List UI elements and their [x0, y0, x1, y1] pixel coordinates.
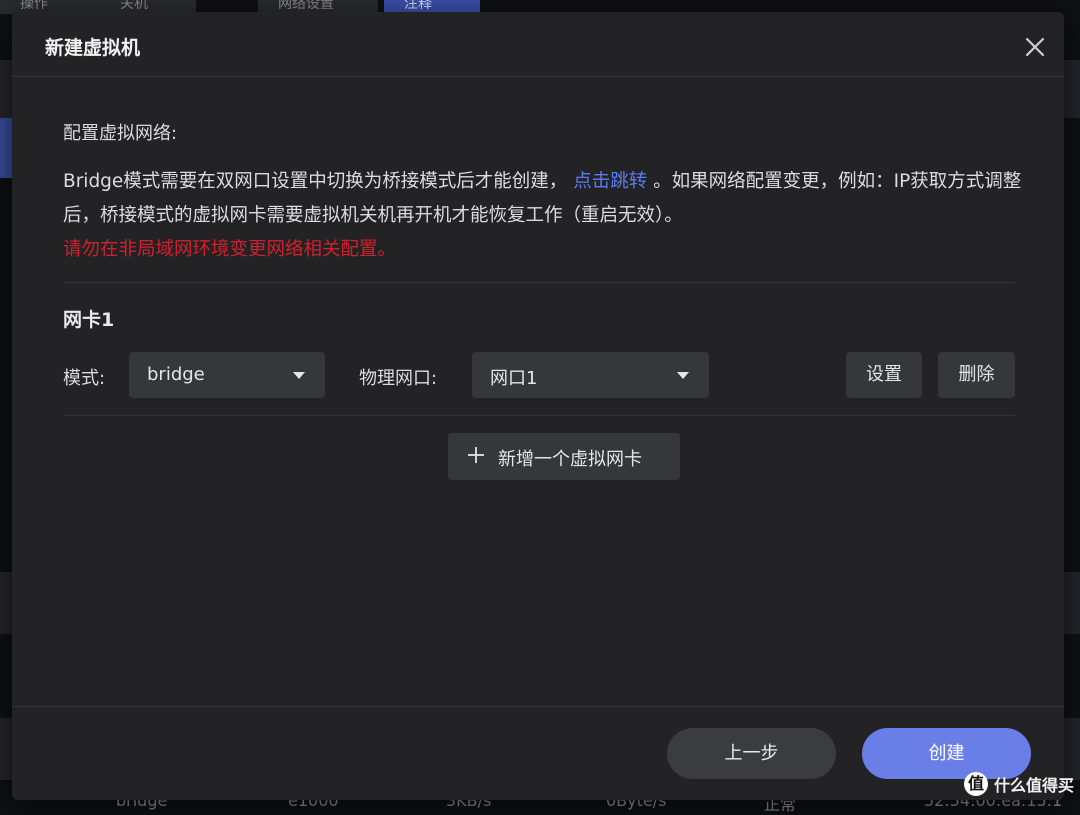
footer-divider: [12, 706, 1064, 707]
nic-delete-button[interactable]: 删除: [938, 352, 1015, 398]
bg-band-selected: [0, 118, 12, 178]
chevron-down-icon: [293, 372, 305, 379]
desc-text: Bridge模式需要在双网口设置中切换为桥接模式后才能创建，: [63, 171, 568, 192]
mode-select[interactable]: bridge: [129, 352, 325, 398]
plus-icon: [468, 447, 484, 463]
dialog-header: 新建虚拟机: [12, 12, 1064, 77]
watermark-logo-icon: 值: [963, 772, 988, 796]
physical-port-select-value: 网口1: [490, 368, 538, 389]
mode-select-value: bridge: [147, 364, 205, 385]
nic-settings-button[interactable]: 设置: [846, 352, 922, 398]
mode-label: 模式:: [63, 368, 106, 389]
dialog-title: 新建虚拟机: [45, 37, 141, 59]
close-button[interactable]: [1022, 34, 1048, 60]
watermark: 值 什么值得买: [963, 771, 1074, 797]
section-label: 配置虚拟网络:: [63, 123, 178, 144]
physical-port-label: 物理网口:: [359, 368, 438, 389]
nic-title: 网卡1: [63, 309, 115, 331]
close-icon: [1025, 37, 1045, 57]
prev-step-button[interactable]: 上一步: [667, 728, 836, 779]
warning-text: 请勿在非局域网环境变更网络相关配置。: [63, 239, 397, 260]
network-description: Bridge模式需要在双网口设置中切换为桥接模式后才能创建， 点击跳转 。如果网…: [63, 165, 1023, 267]
divider: [63, 415, 1015, 416]
add-nic-button[interactable]: 新增一个虚拟网卡: [448, 433, 680, 480]
add-nic-label: 新增一个虚拟网卡: [498, 449, 642, 470]
new-vm-dialog: 新建虚拟机 配置虚拟网络: Bridge模式需要在双网口设置中切换为桥接模式后才…: [12, 12, 1064, 800]
jump-link[interactable]: 点击跳转: [573, 171, 647, 192]
physical-port-select[interactable]: 网口1: [472, 352, 709, 398]
chevron-down-icon: [677, 372, 689, 379]
watermark-text: 什么值得买: [993, 776, 1074, 795]
divider: [63, 282, 1015, 283]
